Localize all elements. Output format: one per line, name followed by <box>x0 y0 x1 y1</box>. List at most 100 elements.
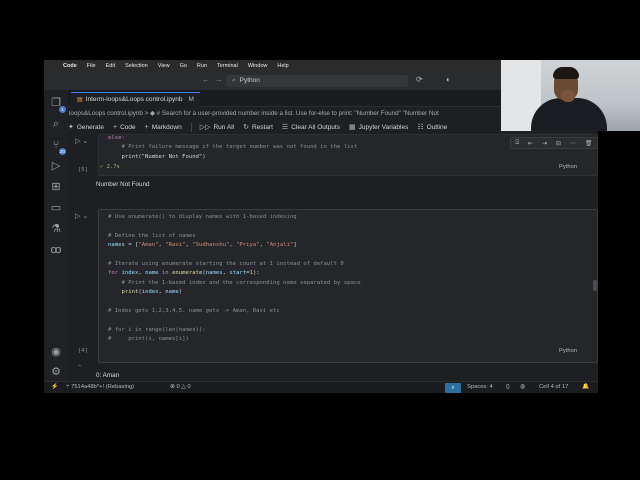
add-markdown-label: Markdown <box>151 123 182 131</box>
testing-icon[interactable]: ⚗ <box>49 222 63 236</box>
cell-1-code: else: # Print failure message if the tar… <box>108 134 357 162</box>
status-bar: ⚡ ⑂ 7514a48b*+! (Rebasing) ⊗ 0 △ 0 ⌕ Spa… <box>44 381 598 393</box>
remote-explorer-icon[interactable]: ▭ <box>49 201 63 215</box>
tab-notebook[interactable]: ▤ Interm-loops&Loops control.ipynb M <box>71 92 200 107</box>
python-icon[interactable]: ꝏ <box>49 243 63 257</box>
presenter-body <box>531 98 607 131</box>
restart-button[interactable]: ↻ Restart <box>243 123 273 132</box>
copilot-icon[interactable]: ⟳ <box>416 75 423 84</box>
toolbar-divider <box>190 122 192 132</box>
run-cell-icon[interactable]: ▷ ⌄ <box>75 137 88 145</box>
cell-language[interactable]: Python <box>559 164 577 170</box>
run-debug-icon[interactable]: ▷ <box>49 159 63 173</box>
indentation-status[interactable]: Spaces: 4 <box>467 384 493 390</box>
menu-edit[interactable]: Edit <box>101 63 120 69</box>
command-center-search[interactable]: ⌕ Python <box>226 75 408 87</box>
restart-icon: ↻ <box>243 124 249 131</box>
execution-count: [5] <box>78 167 88 173</box>
code-line: # for i in range(len(names)): <box>108 326 206 333</box>
cell-toolbar: ⌸ ⇤ ⇥ ⊟ ⋯ 🗑 <box>510 137 598 149</box>
restart-label: Restart <box>251 123 273 131</box>
add-markdown-button[interactable]: + Markdown <box>145 124 182 131</box>
notebook-editor[interactable]: ▷ ⌄ ⌸ ⇤ ⇥ ⊟ ⋯ 🗑 else: # Print failure me… <box>68 134 598 381</box>
zoom-icon[interactable]: ⌕ <box>445 383 461 393</box>
copilot-status-icon[interactable]: ◍ <box>520 384 525 390</box>
run-all-icon: ▷▷ <box>199 124 211 131</box>
code-string: "Ravi" <box>165 242 186 249</box>
jupyter-variables-button[interactable]: ▦ Jupyter Variables <box>348 123 409 132</box>
presenter-hand <box>561 90 575 102</box>
execute-below-icon[interactable]: ⇥ <box>542 140 547 147</box>
account-icon[interactable]: ◉ <box>49 345 63 359</box>
clear-icon: ☰ <box>281 124 289 131</box>
menu-view[interactable]: View <box>153 63 175 69</box>
notebook-scrollbar[interactable] <box>593 280 597 291</box>
code-line: # Define the list of names <box>108 232 196 239</box>
scm-badge: 20 <box>58 148 66 155</box>
format-cell-icon[interactable]: ⌸ <box>515 140 519 147</box>
clear-outputs-button[interactable]: ☰ Clear All Outputs <box>281 123 340 132</box>
code-line: else: <box>108 135 125 141</box>
sparkle-icon: ✦ <box>68 124 74 131</box>
outline-icon: ☷ <box>417 124 424 131</box>
code-line: # Use enumerate() to display names with … <box>108 214 297 220</box>
code-line: # Index gets 1,2,3,4,5. name gets -> Ama… <box>108 308 280 315</box>
braces-icon[interactable]: {} <box>506 384 510 390</box>
run-all-label: Run All <box>213 123 235 131</box>
delete-cell-icon[interactable]: 🗑 <box>585 140 593 147</box>
modified-indicator: M <box>188 96 194 103</box>
generate-button[interactable]: ✦ Generate <box>68 123 104 132</box>
manage-gear-icon[interactable]: ⚙ <box>49 365 63 379</box>
search-label: Python <box>239 77 260 84</box>
outline-button[interactable]: ☷ Outline <box>417 123 448 132</box>
branch-status[interactable]: ⑂ 7514a48b*+! (Rebasing) <box>66 384 134 390</box>
menu-help[interactable]: Help <box>272 63 293 69</box>
notebook-file-icon: ▤ <box>77 97 83 103</box>
execution-status: ✓ 2.7s <box>100 164 120 170</box>
forward-arrow-icon[interactable]: → <box>215 75 223 84</box>
menu-go[interactable]: Go <box>175 63 192 69</box>
back-arrow-icon[interactable]: ← <box>202 75 210 84</box>
outline-label: Outline <box>426 123 448 131</box>
remote-indicator-icon[interactable]: ⚡ <box>51 384 58 390</box>
menu-file[interactable]: File <box>82 63 101 69</box>
variables-label: Jupyter Variables <box>358 123 409 131</box>
accounts-icon[interactable]: ◐ <box>446 75 451 84</box>
branch-label: 7514a48b*+! (Rebasing) <box>71 384 135 390</box>
generate-label: Generate <box>76 123 104 131</box>
code-line: # print(i, names[i]) <box>108 336 189 343</box>
output-collapse-icon[interactable]: … <box>78 362 81 368</box>
search-icon: ⌕ <box>232 77 236 84</box>
extensions-icon[interactable]: ⊞ <box>49 180 63 194</box>
variables-icon: ▦ <box>348 124 356 131</box>
menu-terminal[interactable]: Terminal <box>212 63 243 69</box>
webcam-overlay <box>501 60 640 131</box>
cell-2-output: 0: Aman <box>96 372 120 379</box>
menu-window[interactable]: Window <box>243 63 273 69</box>
menu-selection[interactable]: Selection <box>120 63 153 69</box>
cell-language[interactable]: Python <box>559 348 577 354</box>
menu-run[interactable]: Run <box>192 63 212 69</box>
code-string: "Sudhanshu" <box>192 242 230 249</box>
explorer-badge: 1 <box>59 106 66 113</box>
more-actions-icon[interactable]: ⋯ <box>570 140 576 147</box>
code-line: # Iterate using enumerate starting the c… <box>108 261 344 268</box>
cell-position-status[interactable]: Cell 4 of 17 <box>539 384 568 390</box>
code-variable: names <box>108 242 125 249</box>
run-all-button[interactable]: ▷▷ Run All <box>199 123 235 132</box>
problems-status[interactable]: ⊗ 0 △ 0 <box>170 384 191 390</box>
activity-bar: ❐ 1 ⌕ ⑂ 20 ▷ ⊞ ▭ ⚗ ꝏ ◉ ⚙ <box>44 90 68 381</box>
run-cell-icon[interactable]: ▷ ⌄ <box>75 212 88 220</box>
split-cell-icon[interactable]: ⊟ <box>556 140 561 147</box>
clear-label: Clear All Outputs <box>291 123 340 131</box>
notifications-bell-icon[interactable]: 🔔 <box>582 384 589 390</box>
menu-code[interactable]: Code <box>58 63 82 69</box>
cell-1-output: Number Not Found <box>96 181 150 188</box>
source-control-icon[interactable]: ⑂ 20 <box>49 138 66 155</box>
cell-2-code: # Use enumerate() to display names with … <box>108 214 361 343</box>
execute-above-icon[interactable]: ⇤ <box>528 140 533 147</box>
search-sidebar-icon[interactable]: ⌕ <box>49 117 63 131</box>
explorer-icon[interactable]: ❐ 1 <box>49 96 66 113</box>
add-code-button[interactable]: + Code <box>113 124 136 131</box>
code-line: # Print failure message if the target nu… <box>108 144 358 151</box>
